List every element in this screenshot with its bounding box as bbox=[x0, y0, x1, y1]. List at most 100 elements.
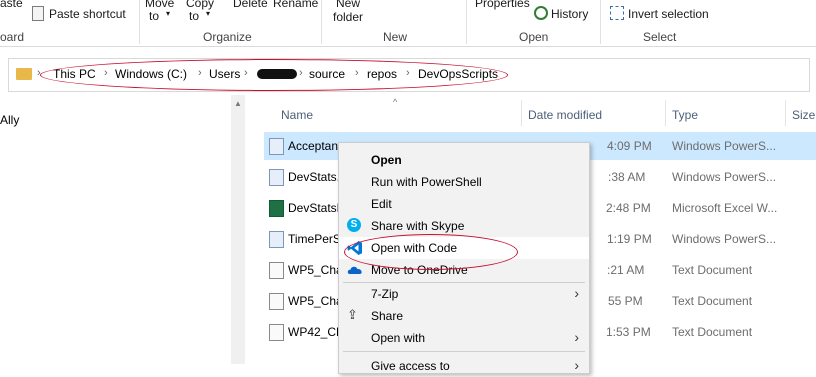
menu-item-edit[interactable]: Edit bbox=[339, 193, 589, 215]
context-menu: Open Run with PowerShell Edit S Share wi… bbox=[338, 142, 590, 374]
file-name: WP5_Cha bbox=[288, 263, 343, 277]
menu-item-label: Open with bbox=[371, 331, 426, 345]
breadcrumb-devopsscripts[interactable]: DevOpsScripts bbox=[418, 67, 498, 81]
file-type: Text Document bbox=[672, 325, 753, 339]
group-clipboard-label: oard bbox=[0, 30, 25, 44]
breadcrumb-users[interactable]: Users bbox=[209, 67, 240, 81]
menu-item-label: Share with Skype bbox=[371, 219, 465, 233]
chevron-down-icon: ▾ bbox=[166, 9, 171, 18]
file-name: WP5_Cha bbox=[288, 294, 343, 308]
menu-item-open[interactable]: Open bbox=[339, 149, 589, 171]
paste-shortcut-icon bbox=[32, 6, 44, 21]
file-type: Text Document bbox=[672, 263, 753, 277]
vscode-icon bbox=[347, 241, 362, 255]
excel-file-icon bbox=[269, 200, 284, 217]
chevron-right-icon: › bbox=[37, 67, 41, 79]
menu-item-label: Move to OneDrive bbox=[371, 263, 468, 277]
menu-item-label: Open bbox=[371, 153, 402, 167]
move-to-label: to bbox=[149, 9, 160, 23]
column-divider[interactable] bbox=[521, 100, 522, 126]
text-file-icon bbox=[269, 262, 284, 279]
powershell-file-icon bbox=[269, 169, 284, 186]
file-type: Microsoft Excel W... bbox=[672, 201, 778, 215]
column-header-size[interactable]: Size bbox=[792, 108, 815, 122]
group-organize-label: Organize bbox=[203, 30, 252, 44]
file-type: Windows PowerS... bbox=[672, 139, 777, 153]
group-select-label: Select bbox=[643, 30, 677, 44]
file-date: 1:19 PM bbox=[607, 232, 652, 246]
menu-item-give-access-to[interactable]: Give access to › bbox=[339, 355, 589, 377]
chevron-right-icon: › bbox=[574, 285, 579, 301]
column-divider[interactable] bbox=[665, 100, 666, 126]
menu-item-label: Run with PowerShell bbox=[371, 175, 482, 189]
nav-scrollbar[interactable]: ▲ bbox=[231, 95, 245, 364]
menu-item-move-to-onedrive[interactable]: Move to OneDrive bbox=[339, 259, 589, 281]
menu-item-run-with-powershell[interactable]: Run with PowerShell bbox=[339, 171, 589, 193]
file-name: DevStats. bbox=[288, 170, 341, 184]
menu-item-label: Edit bbox=[371, 197, 392, 211]
column-divider[interactable] bbox=[785, 100, 786, 126]
scroll-up-icon[interactable]: ▲ bbox=[234, 99, 242, 108]
new-folder-label: folder bbox=[333, 10, 364, 24]
menu-item-open-with-code[interactable]: Open with Code bbox=[339, 237, 589, 259]
address-bar[interactable]: › This PC › Windows (C:) › Users › › sou… bbox=[8, 58, 810, 92]
powershell-file-icon bbox=[269, 138, 284, 155]
breadcrumb-windows-c[interactable]: Windows (C:) bbox=[115, 67, 187, 81]
onedrive-icon bbox=[347, 266, 362, 274]
copy-to-label: to bbox=[189, 9, 200, 23]
file-date: 2:48 PM bbox=[606, 201, 651, 215]
text-file-icon bbox=[269, 324, 284, 341]
menu-item-open-with[interactable]: Open with › bbox=[339, 327, 589, 349]
chevron-right-icon: › bbox=[406, 67, 410, 79]
breadcrumb-source[interactable]: source bbox=[309, 67, 345, 81]
chevron-right-icon: › bbox=[574, 329, 579, 345]
chevron-down-icon: ▾ bbox=[206, 9, 211, 18]
menu-item-share[interactable]: ⇪ Share bbox=[339, 305, 589, 327]
rename-button[interactable]: Rename bbox=[273, 0, 318, 10]
file-name: DevStatsF bbox=[288, 201, 345, 215]
folder-icon bbox=[16, 68, 32, 80]
skype-icon: S bbox=[347, 218, 361, 232]
chevron-right-icon: › bbox=[198, 67, 202, 79]
nav-item[interactable]: Ally bbox=[0, 113, 19, 127]
breadcrumb-this-pc[interactable]: This PC bbox=[53, 67, 96, 81]
menu-item-label: 7-Zip bbox=[371, 287, 399, 301]
file-name: TimePerS bbox=[288, 232, 341, 246]
redacted-username bbox=[257, 69, 297, 79]
history-button[interactable]: History bbox=[551, 7, 588, 21]
paste-shortcut-button[interactable]: Paste shortcut bbox=[49, 7, 126, 21]
divider bbox=[466, 0, 467, 44]
chevron-right-icon: › bbox=[574, 357, 579, 373]
file-date: 1:53 PM bbox=[606, 325, 651, 339]
file-type: Windows PowerS... bbox=[672, 232, 777, 246]
chevron-right-icon: › bbox=[299, 67, 303, 79]
menu-item-7-zip[interactable]: 7-Zip › bbox=[339, 283, 589, 305]
column-header-date[interactable]: Date modified bbox=[528, 108, 602, 122]
menu-item-label: Give access to bbox=[371, 359, 450, 373]
column-header-type[interactable]: Type bbox=[672, 108, 698, 122]
file-name: WP42_CH bbox=[288, 325, 345, 339]
chevron-right-icon: › bbox=[104, 67, 108, 79]
chevron-right-icon: › bbox=[244, 67, 248, 79]
invert-selection-button[interactable]: Invert selection bbox=[628, 7, 709, 21]
properties-button[interactable]: Properties bbox=[475, 0, 530, 10]
navigation-pane: Ally bbox=[0, 95, 245, 364]
menu-item-share-with-skype[interactable]: S Share with Skype bbox=[339, 215, 589, 237]
invert-selection-icon bbox=[610, 6, 624, 20]
menu-item-label: Open with Code bbox=[371, 241, 458, 255]
file-date: 4:09 PM bbox=[607, 139, 652, 153]
breadcrumb-repos[interactable]: repos bbox=[367, 67, 397, 81]
delete-button[interactable]: Delete bbox=[233, 0, 268, 10]
file-date: :21 AM bbox=[607, 263, 645, 277]
group-new-label: New bbox=[383, 30, 408, 44]
paste-button[interactable]: aste bbox=[0, 0, 23, 10]
new-folder-button[interactable]: New bbox=[336, 0, 360, 10]
divider bbox=[139, 0, 140, 44]
divider bbox=[321, 0, 322, 44]
ribbon: aste Paste shortcut Move to ▾ Copy to ▾ … bbox=[0, 0, 816, 47]
text-file-icon bbox=[269, 293, 284, 310]
history-icon bbox=[534, 6, 548, 20]
powershell-file-icon bbox=[269, 231, 284, 248]
menu-item-label: Share bbox=[371, 309, 404, 323]
column-header-name[interactable]: Name bbox=[281, 108, 313, 122]
